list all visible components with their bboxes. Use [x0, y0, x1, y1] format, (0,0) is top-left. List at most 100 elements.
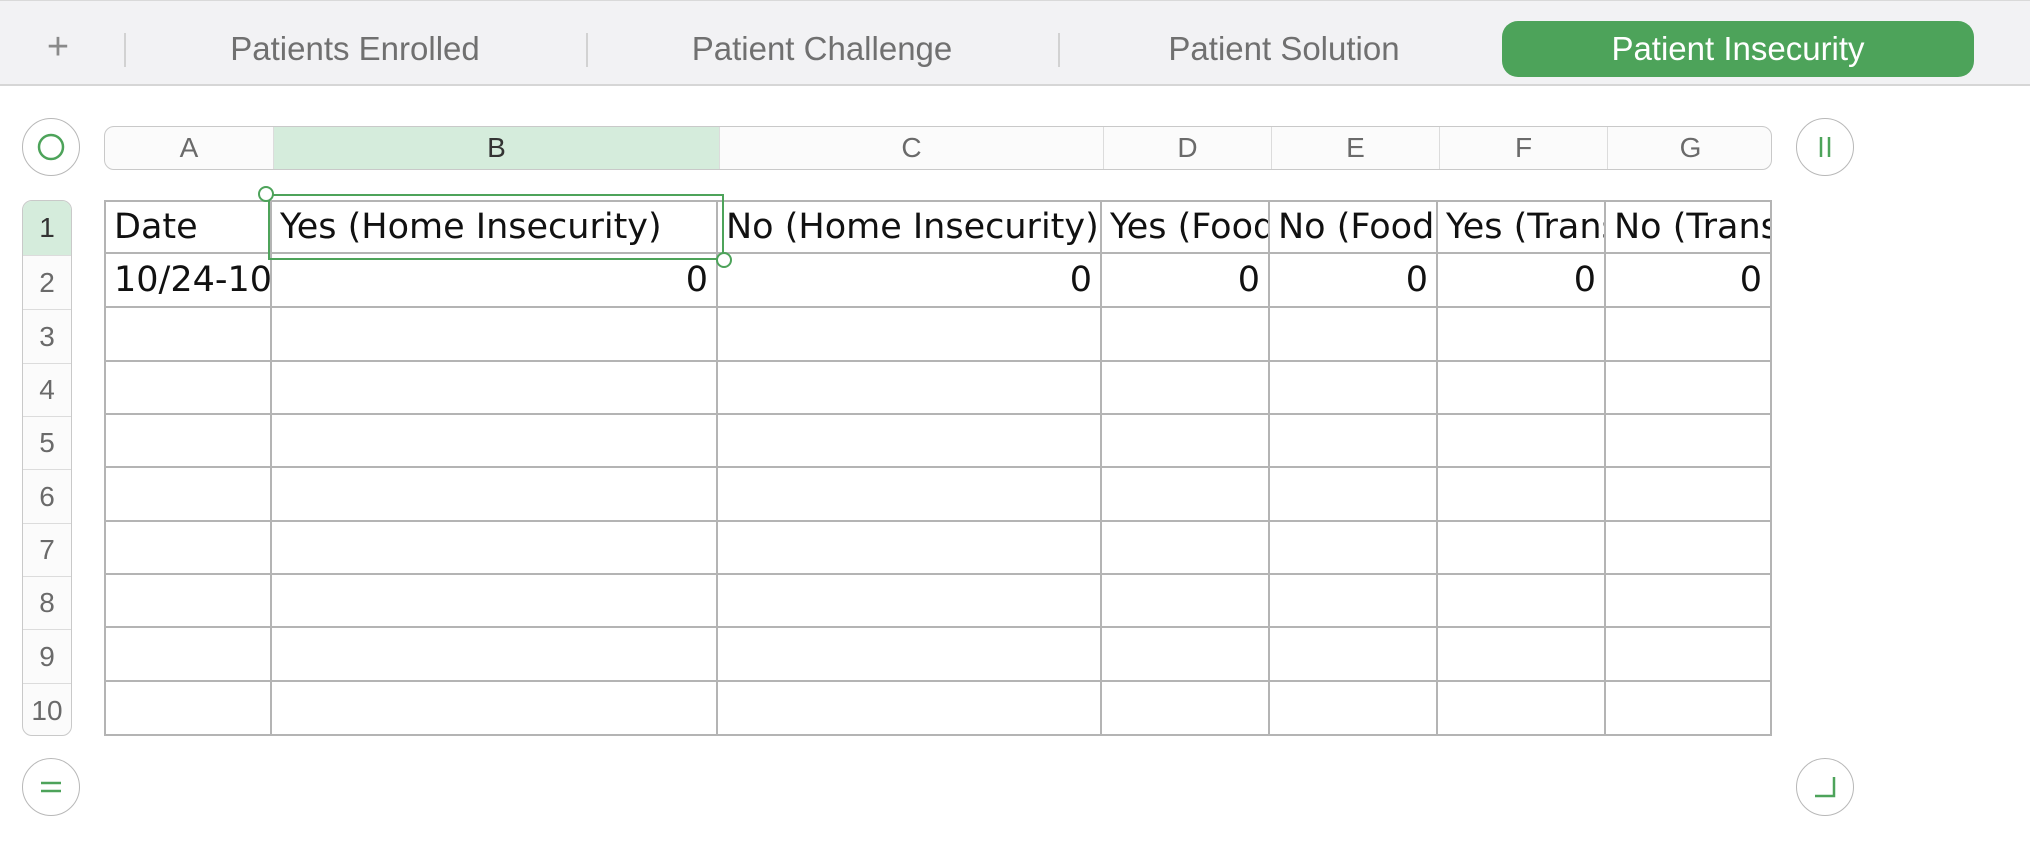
cell-b10[interactable] — [272, 682, 718, 736]
cell-g4[interactable] — [1606, 362, 1772, 415]
cell-d7[interactable] — [1102, 522, 1270, 575]
cell-a8[interactable] — [104, 575, 272, 628]
tab-label: Patient Solution — [1168, 30, 1400, 67]
cell-g5[interactable] — [1606, 415, 1772, 468]
cell-a6[interactable] — [104, 468, 272, 522]
cell-c10[interactable] — [718, 682, 1102, 736]
row-header-1[interactable]: 1 — [23, 201, 71, 255]
cell-a3[interactable] — [104, 308, 272, 362]
cell-c4[interactable] — [718, 362, 1102, 415]
add-row-button[interactable] — [22, 758, 80, 816]
cell-c8[interactable] — [718, 575, 1102, 628]
row-header-2[interactable]: 2 — [23, 255, 71, 309]
cell-f1[interactable]: Yes (Trans — [1438, 200, 1606, 254]
row-header-10[interactable]: 10 — [23, 683, 71, 735]
cell-e8[interactable] — [1270, 575, 1438, 628]
cell-f3[interactable] — [1438, 308, 1606, 362]
cell-b9[interactable] — [272, 628, 718, 682]
cell-e5[interactable] — [1270, 415, 1438, 468]
cell-e6[interactable] — [1270, 468, 1438, 522]
cell-f10[interactable] — [1438, 682, 1606, 736]
column-header-g[interactable]: G — [1607, 127, 1771, 169]
cell-g1[interactable]: No (Trans — [1606, 200, 1772, 254]
cell-g6[interactable] — [1606, 468, 1772, 522]
cell-b8[interactable] — [272, 575, 718, 628]
cell-b2[interactable]: 0 — [272, 254, 718, 308]
add-sheet-button[interactable]: + — [36, 25, 80, 69]
column-header-d[interactable]: D — [1103, 127, 1271, 169]
column-header-c[interactable]: C — [719, 127, 1103, 169]
cell-d1[interactable]: Yes (Food — [1102, 200, 1270, 254]
row-header-5[interactable]: 5 — [23, 416, 71, 469]
cell-b3[interactable] — [272, 308, 718, 362]
column-header-f[interactable]: F — [1439, 127, 1607, 169]
cell-c6[interactable] — [718, 468, 1102, 522]
cell-e4[interactable] — [1270, 362, 1438, 415]
row-header-3[interactable]: 3 — [23, 309, 71, 363]
cell-d4[interactable] — [1102, 362, 1270, 415]
cell-e10[interactable] — [1270, 682, 1438, 736]
cell-d3[interactable] — [1102, 308, 1270, 362]
row-header-9[interactable]: 9 — [23, 629, 71, 683]
column-header-e[interactable]: E — [1271, 127, 1439, 169]
selection-handle-top-left[interactable] — [258, 186, 274, 202]
cell-g8[interactable] — [1606, 575, 1772, 628]
tab-patient-insecurity[interactable]: Patient Insecurity — [1502, 21, 1974, 77]
cell-d10[interactable] — [1102, 682, 1270, 736]
cell-f7[interactable] — [1438, 522, 1606, 575]
column-header-a[interactable]: A — [105, 127, 273, 169]
cell-a5[interactable] — [104, 415, 272, 468]
cell-e3[interactable] — [1270, 308, 1438, 362]
cell-b7[interactable] — [272, 522, 718, 575]
cell-d5[interactable] — [1102, 415, 1270, 468]
selection-handle-bottom-right[interactable] — [716, 252, 732, 268]
row-header-4[interactable]: 4 — [23, 363, 71, 416]
cell-c9[interactable] — [718, 628, 1102, 682]
tab-label: Patients Enrolled — [230, 30, 480, 67]
cell-b1[interactable]: Yes (Home Insecurity) — [272, 200, 718, 254]
cell-a7[interactable] — [104, 522, 272, 575]
tab-patients-enrolled[interactable]: Patients Enrolled — [150, 21, 560, 77]
cell-c3[interactable] — [718, 308, 1102, 362]
cell-a1[interactable]: Date — [104, 200, 272, 254]
cell-b6[interactable] — [272, 468, 718, 522]
cell-g10[interactable] — [1606, 682, 1772, 736]
cell-d8[interactable] — [1102, 575, 1270, 628]
row-header-8[interactable]: 8 — [23, 576, 71, 629]
cell-c7[interactable] — [718, 522, 1102, 575]
cell-d6[interactable] — [1102, 468, 1270, 522]
cell-f8[interactable] — [1438, 575, 1606, 628]
cell-e2[interactable]: 0 — [1270, 254, 1438, 308]
resize-table-button[interactable] — [1796, 758, 1854, 816]
cell-a10[interactable] — [104, 682, 272, 736]
cell-c1[interactable]: No (Home Insecurity) — [718, 200, 1102, 254]
cell-b4[interactable] — [272, 362, 718, 415]
cell-g9[interactable] — [1606, 628, 1772, 682]
cell-f2[interactable]: 0 — [1438, 254, 1606, 308]
cell-g2[interactable]: 0 — [1606, 254, 1772, 308]
cell-f6[interactable] — [1438, 468, 1606, 522]
cell-e9[interactable] — [1270, 628, 1438, 682]
cell-f9[interactable] — [1438, 628, 1606, 682]
cell-d2[interactable]: 0 — [1102, 254, 1270, 308]
select-table-button[interactable] — [22, 118, 80, 176]
cell-e1[interactable]: No (Food — [1270, 200, 1438, 254]
cell-a9[interactable] — [104, 628, 272, 682]
add-column-button[interactable] — [1796, 118, 1854, 176]
tab-patient-solution[interactable]: Patient Solution — [1084, 21, 1484, 77]
cell-g3[interactable] — [1606, 308, 1772, 362]
tab-patient-challenge[interactable]: Patient Challenge — [612, 21, 1032, 77]
cell-f5[interactable] — [1438, 415, 1606, 468]
row-header-6[interactable]: 6 — [23, 469, 71, 523]
cell-f4[interactable] — [1438, 362, 1606, 415]
cell-b5[interactable] — [272, 415, 718, 468]
cell-a2[interactable]: 10/24-10 — [104, 254, 272, 308]
cell-a4[interactable] — [104, 362, 272, 415]
cell-d9[interactable] — [1102, 628, 1270, 682]
cell-c5[interactable] — [718, 415, 1102, 468]
row-header-7[interactable]: 7 — [23, 523, 71, 576]
cell-g7[interactable] — [1606, 522, 1772, 575]
column-header-b[interactable]: B — [273, 127, 719, 169]
cell-c2[interactable]: 0 — [718, 254, 1102, 308]
cell-e7[interactable] — [1270, 522, 1438, 575]
